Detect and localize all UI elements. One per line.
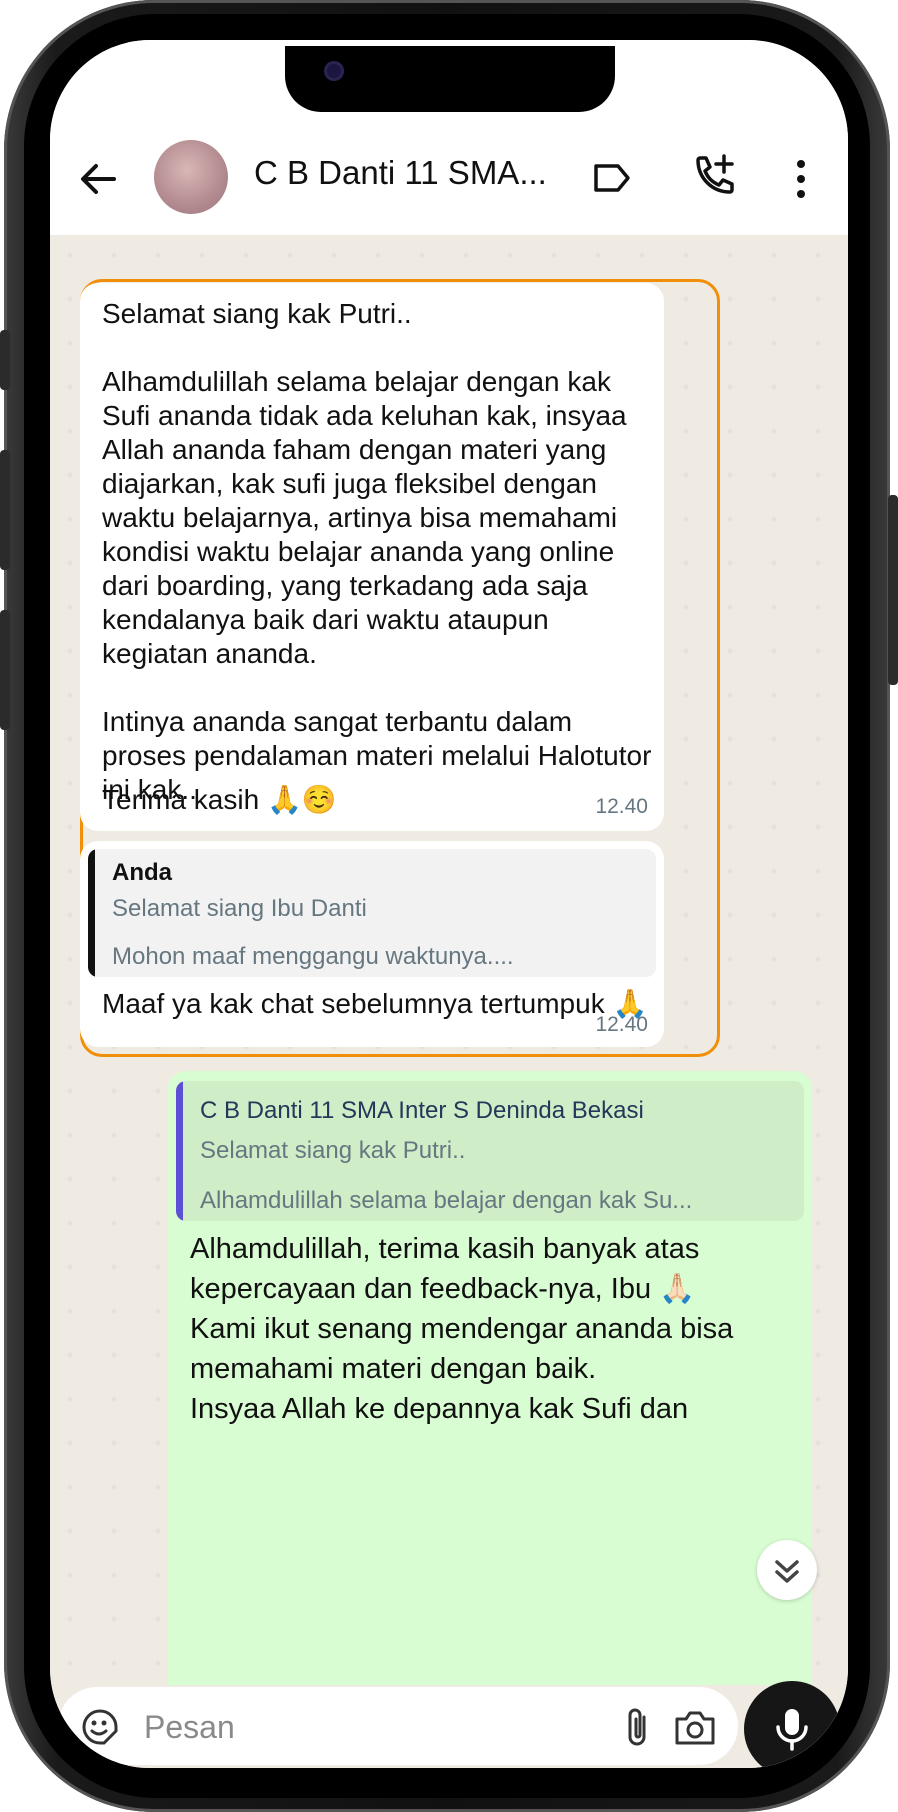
quoted-message[interactable]: C B Danti 11 SMA Inter S Deninda Bekasi … (176, 1081, 804, 1221)
label-button[interactable] (590, 156, 634, 200)
quote-author: Anda (112, 859, 172, 886)
phone-screen: C B Danti 11 SMA... Selamat siang kak Pu… (50, 40, 848, 1768)
message-text: Alhamdulillah, terima kasih banyak atas … (190, 1233, 734, 1425)
camera-icon (675, 1711, 715, 1745)
side-button-mute (0, 330, 10, 390)
quote-bar (88, 849, 95, 977)
side-button-power (888, 495, 898, 685)
quoted-message[interactable]: Anda Selamat siang Ibu Danti Mohon maaf … (88, 849, 656, 977)
quote-text: Selamat siang Ibu Danti (112, 895, 367, 922)
more-vert-icon (797, 160, 805, 198)
message-input[interactable] (142, 1699, 576, 1755)
paperclip-icon (628, 1708, 646, 1746)
camera-button[interactable] (672, 1705, 718, 1749)
message-bubble-outgoing[interactable]: C B Danti 11 SMA Inter S Deninda Bekasi … (168, 1071, 812, 1711)
avatar[interactable] (154, 140, 228, 214)
quote-text: Mohon maaf menggangu waktunya.... (112, 943, 514, 970)
attach-button[interactable] (618, 1705, 658, 1749)
message-time: 12.40 (595, 795, 648, 818)
message-time: 12.40 (595, 1013, 648, 1036)
message-bubble-incoming[interactable]: Anda Selamat siang Ibu Danti Mohon maaf … (80, 841, 664, 1047)
quote-text: Alhamdulillah selama belajar dengan kak … (200, 1187, 693, 1214)
chat-area[interactable]: Selamat siang kak Putri.. Alhamdulillah … (50, 235, 848, 1711)
message-bubble-incoming[interactable]: Selamat siang kak Putri.. Alhamdulillah … (80, 283, 664, 831)
sticker-button[interactable] (80, 1707, 120, 1747)
arrow-left-icon (81, 164, 116, 194)
double-chevron-down-icon (775, 1560, 799, 1583)
quote-author: C B Danti 11 SMA Inter S Deninda Bekasi (200, 1097, 644, 1124)
input-bar (50, 1681, 848, 1768)
message-closing: Terima kasih 🙏☺️ (102, 784, 337, 815)
more-options-button[interactable] (786, 154, 816, 204)
add-call-button[interactable] (690, 150, 740, 200)
voice-message-button[interactable] (744, 1681, 840, 1768)
message-compose-box (58, 1687, 738, 1765)
label-tag-icon (594, 164, 630, 192)
front-camera (327, 64, 341, 78)
quote-text: Selamat siang kak Putri.. (200, 1137, 466, 1164)
add-call-icon (696, 154, 734, 194)
quote-bar (176, 1081, 183, 1221)
message-text: Selamat siang kak Putri.. Alhamdulillah … (102, 298, 652, 805)
sticker-icon (82, 1709, 118, 1745)
phone-notch (285, 46, 615, 112)
microphone-icon (776, 1709, 808, 1751)
message-text: Maaf ya kak chat sebelumnya tertumpuk 🙏 (102, 988, 648, 1019)
side-button-volume-up (0, 450, 10, 570)
back-button[interactable] (74, 155, 122, 203)
chat-title[interactable]: C B Danti 11 SMA... (254, 154, 547, 192)
scroll-to-bottom-button[interactable] (757, 1540, 817, 1600)
side-button-volume-down (0, 610, 10, 730)
